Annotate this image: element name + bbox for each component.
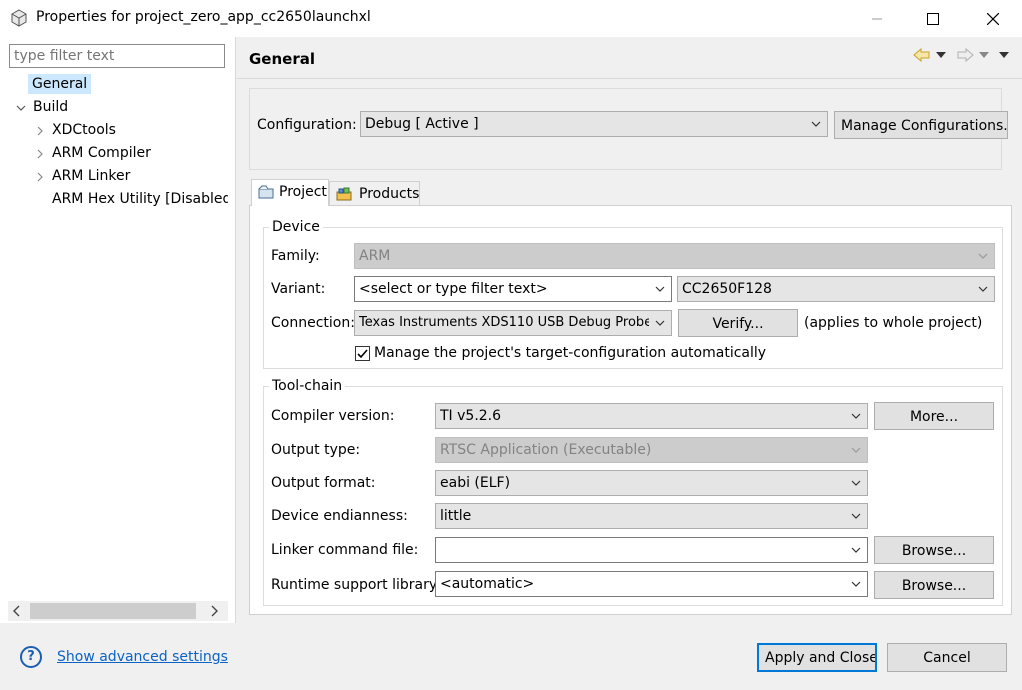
minimize-icon xyxy=(872,18,882,19)
output-format-select[interactable]: eabi (ELF) xyxy=(435,470,868,496)
products-icon xyxy=(336,187,352,201)
maximize-button[interactable] xyxy=(904,0,962,37)
chevron-down-icon xyxy=(978,286,988,292)
compiler-version-value: TI v5.2.6 xyxy=(440,408,502,424)
chevron-down-icon[interactable] xyxy=(16,103,26,113)
manage-target-config-checkbox[interactable] xyxy=(355,346,370,361)
runtime-library-combo[interactable]: <automatic> xyxy=(435,571,868,597)
runtime-browse-button[interactable]: Browse... xyxy=(874,571,994,599)
tab-project[interactable]: Project xyxy=(251,179,329,206)
linker-command-file-label: Linker command file: xyxy=(271,542,419,558)
endianness-select[interactable]: little xyxy=(435,503,868,529)
chevron-down-icon xyxy=(655,320,665,326)
maximize-icon xyxy=(927,12,939,25)
connection-label: Connection: xyxy=(271,315,355,331)
endianness-value: little xyxy=(440,508,472,524)
runtime-library-label: Runtime support library: xyxy=(271,577,441,593)
output-type-value: RTSC Application (Executable) xyxy=(440,442,652,458)
chevron-down-icon xyxy=(851,581,861,587)
chevron-down-icon xyxy=(655,286,665,292)
scrollbar-thumb[interactable] xyxy=(30,603,196,619)
close-icon xyxy=(987,12,999,25)
variant-filter-combo[interactable]: <select or type filter text> xyxy=(354,276,672,302)
tree-item-label: ARM Linker xyxy=(52,168,131,184)
show-advanced-settings-link[interactable]: Show advanced settings xyxy=(57,649,228,665)
verify-button[interactable]: Verify... xyxy=(678,309,798,337)
tree-item-label: General xyxy=(32,76,88,92)
minimize-button[interactable] xyxy=(848,0,906,37)
tab-products[interactable]: Products xyxy=(329,181,420,207)
chevron-down-icon xyxy=(851,513,861,519)
toolchain-legend: Tool-chain xyxy=(269,378,346,394)
endianness-label: Device endianness: xyxy=(271,508,408,524)
tree-item-arm-hex-utility[interactable]: ARM Hex Utility [Disabled] xyxy=(52,189,228,209)
variant-select[interactable]: CC2650F128 xyxy=(677,276,995,302)
back-dropdown-icon[interactable] xyxy=(936,52,946,58)
chevron-down-icon xyxy=(851,413,861,419)
page-title: General xyxy=(249,50,315,68)
apply-and-close-button[interactable]: Apply and Close xyxy=(757,643,877,672)
help-icon[interactable]: ? xyxy=(20,646,42,668)
compiler-version-label: Compiler version: xyxy=(271,408,395,424)
forward-arrow-icon[interactable] xyxy=(956,47,974,63)
scroll-right-icon[interactable] xyxy=(209,605,219,617)
applies-note: (applies to whole project) xyxy=(804,315,983,331)
configuration-value: Debug [ Active ] xyxy=(365,116,479,132)
tree-item-label: ARM Hex Utility [Disabled] xyxy=(52,191,228,207)
app-icon xyxy=(10,9,28,27)
close-button[interactable] xyxy=(964,0,1022,37)
more-button[interactable]: More... xyxy=(874,402,994,430)
checkmark-icon xyxy=(357,349,368,359)
connection-value: Texas Instruments XDS110 USB Debug Probe xyxy=(359,315,649,330)
manage-target-config-label: Manage the project's target-configuratio… xyxy=(374,345,767,361)
chevron-right-icon[interactable] xyxy=(35,149,45,159)
family-value: ARM xyxy=(359,248,391,264)
tree-item-xdctools[interactable]: XDCtools xyxy=(52,120,116,140)
tree-item-arm-linker[interactable]: ARM Linker xyxy=(52,166,130,186)
chevron-down-icon xyxy=(811,121,821,127)
linker-command-file-combo[interactable] xyxy=(435,537,868,563)
variant-filter-text: <select or type filter text> xyxy=(359,281,548,297)
family-label: Family: xyxy=(271,248,320,264)
output-format-value: eabi (ELF) xyxy=(440,475,511,491)
tree-item-arm-compiler[interactable]: ARM Compiler xyxy=(52,143,151,163)
compiler-version-select[interactable]: TI v5.2.6 xyxy=(435,403,868,429)
linker-browse-button[interactable]: Browse... xyxy=(874,536,994,564)
chevron-down-icon xyxy=(851,447,861,453)
output-type-select[interactable]: RTSC Application (Executable) xyxy=(435,437,868,463)
filter-input[interactable] xyxy=(9,44,225,68)
navigation-pane xyxy=(0,37,236,623)
output-format-label: Output format: xyxy=(271,475,376,491)
chevron-down-icon xyxy=(978,253,988,259)
configuration-label: Configuration: xyxy=(257,117,357,133)
page-header xyxy=(237,37,1022,79)
forward-dropdown-icon[interactable] xyxy=(979,52,989,58)
cancel-button[interactable]: Cancel xyxy=(887,643,1007,672)
view-menu-icon[interactable] xyxy=(999,52,1009,58)
tree-item-label: XDCtools xyxy=(52,122,116,138)
runtime-library-value: <automatic> xyxy=(440,576,535,592)
chevron-down-icon xyxy=(851,547,861,553)
family-select[interactable]: ARM xyxy=(354,243,995,269)
back-arrow-icon[interactable] xyxy=(913,47,931,63)
tree-item-label: Build xyxy=(33,99,69,115)
variant-label: Variant: xyxy=(271,281,326,297)
window-title: Properties for project_zero_app_cc2650la… xyxy=(36,9,371,25)
connection-select[interactable]: Texas Instruments XDS110 USB Debug Probe xyxy=(354,310,672,336)
output-type-label: Output type: xyxy=(271,442,361,458)
tab-label: Project xyxy=(279,184,327,200)
project-icon xyxy=(258,185,274,199)
chevron-right-icon[interactable] xyxy=(35,172,45,182)
tree-item-general[interactable]: General xyxy=(28,74,92,94)
manage-configurations-button[interactable]: Manage Configurations... xyxy=(834,111,1008,139)
tab-label: Products xyxy=(359,186,420,202)
chevron-down-icon xyxy=(851,480,861,486)
tree-item-label: ARM Compiler xyxy=(52,145,151,161)
chevron-right-icon[interactable] xyxy=(35,126,45,136)
device-legend: Device xyxy=(269,219,323,235)
tree-item-build[interactable]: Build xyxy=(33,97,68,117)
configuration-select[interactable]: Debug [ Active ] xyxy=(360,111,828,137)
scroll-left-icon[interactable] xyxy=(12,605,22,617)
variant-value: CC2650F128 xyxy=(682,281,772,297)
